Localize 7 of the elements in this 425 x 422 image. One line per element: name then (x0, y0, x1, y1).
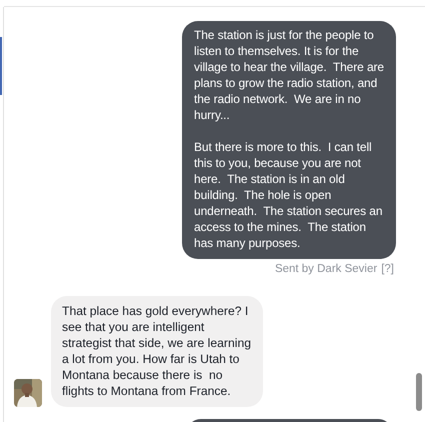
message-text: That place has gold everywhere? I see that you are intelligent strategist that side, we are learning a lot from you. How far is Utah to Montana because there is no flights to Montana from France. (62, 303, 252, 399)
scrollbar-thumb[interactable] (416, 373, 422, 411)
selection-marker (0, 37, 2, 95)
message-text: The station is just for the people to listen to themselves. It is for the village to hear the village. There are plans to grow the radio station, and the radio network. We are in no hurry... (194, 27, 385, 123)
help-link[interactable]: [?] (381, 263, 394, 275)
message-text: But there is more to this. I can tell this to you, because you are not here. The station is in an old building. The hole is open underneath. The station secures an access to the mines. The station has many purposes. (194, 139, 384, 251)
sender-note: Sent by Dark Sevier (274, 263, 378, 275)
